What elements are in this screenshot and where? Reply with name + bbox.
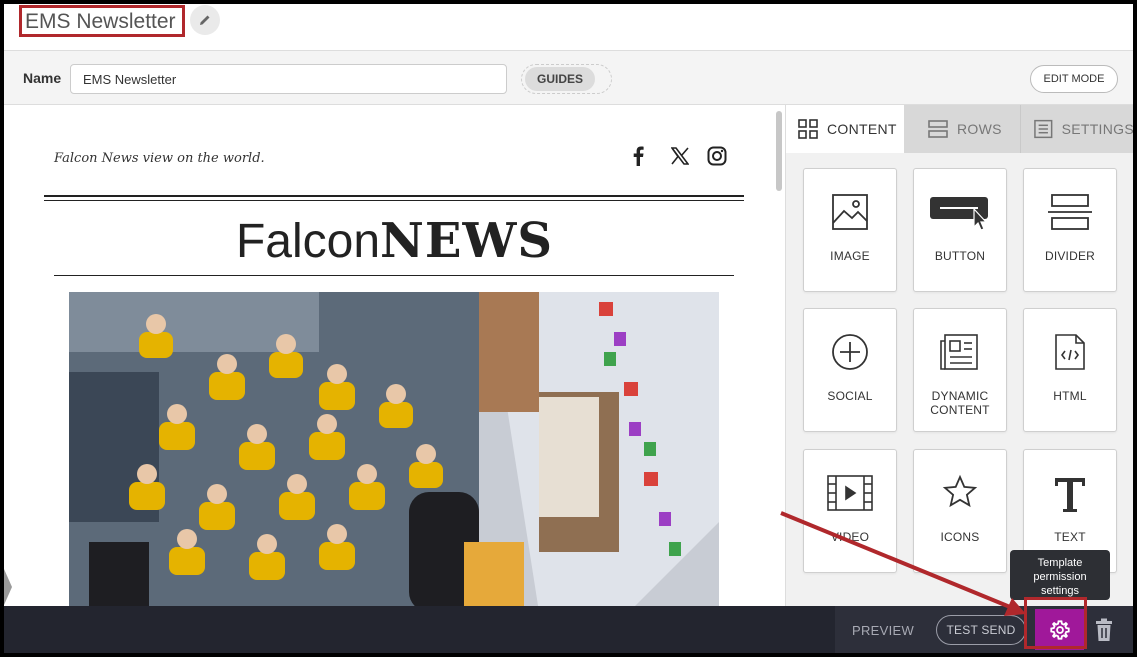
bottom-toolbar: PREVIEW TEST SEND [4, 606, 1133, 653]
edit-mode-button[interactable]: EDIT MODE [1030, 65, 1118, 93]
canvas-scrollbar[interactable] [776, 111, 782, 191]
tile-button[interactable]: BUTTON [913, 168, 1007, 292]
tile-video-label: VIDEO [830, 530, 870, 544]
button-icon [914, 193, 1006, 237]
settings-highlight-box [1024, 597, 1087, 649]
newsletter-tagline[interactable]: Falcon News view on the world. [54, 151, 265, 166]
x-icon[interactable] [669, 145, 691, 167]
text-icon [1024, 474, 1116, 518]
hero-image[interactable] [69, 292, 719, 606]
name-input[interactable] [70, 64, 507, 94]
content-panel: CONTENT ROWS SETTINGS IMAGE BUTTON DIVID… [785, 105, 1133, 606]
name-label: Name [23, 70, 62, 86]
tooltip-line-1: Template [1037, 557, 1083, 569]
tab-settings[interactable]: SETTINGS [1020, 105, 1133, 153]
html-file-icon [1024, 333, 1116, 377]
tile-social[interactable]: SOCIAL [803, 308, 897, 432]
list-icon [1034, 119, 1053, 139]
facebook-icon[interactable] [627, 145, 649, 167]
collapse-handle-icon[interactable] [4, 569, 12, 605]
guides-toggle-wrapper: GUIDES [521, 64, 612, 94]
document-title[interactable]: EMS Newsletter [19, 5, 185, 37]
title-bar: EMS Newsletter [4, 4, 1133, 50]
video-icon [804, 474, 896, 518]
tooltip-line-2: permission [1033, 571, 1087, 583]
email-canvas[interactable]: Falcon News view on the world. FalconNEW… [4, 105, 785, 606]
tile-divider[interactable]: DIVIDER [1023, 168, 1117, 292]
masthead-logo[interactable]: FalconNEWS [4, 211, 785, 272]
plus-circle-icon [804, 333, 896, 377]
divider-icon [1024, 193, 1116, 237]
tile-dynamic-content-label: DYNAMIC CONTENT [930, 389, 990, 417]
grid-icon [798, 119, 818, 139]
name-bar: Name GUIDES EDIT MODE [4, 50, 1133, 105]
tab-content-label: CONTENT [827, 121, 897, 137]
tooltip-line-3: settings [1041, 585, 1079, 597]
tile-image[interactable]: IMAGE [803, 168, 897, 292]
tab-rows-label: ROWS [957, 121, 1002, 137]
tile-html[interactable]: HTML [1023, 308, 1117, 432]
tile-social-label: SOCIAL [827, 389, 873, 403]
tile-icons-label: ICONS [940, 530, 980, 544]
masthead-light-text: Falcon [235, 215, 381, 268]
masthead-bold-text: NEWS [380, 213, 554, 269]
tab-content[interactable]: CONTENT [786, 105, 904, 153]
trash-icon[interactable] [1093, 618, 1115, 642]
dynamic-content-icon [914, 333, 1006, 377]
single-divider [54, 275, 734, 276]
tab-rows[interactable]: ROWS [904, 105, 1020, 153]
preview-button[interactable]: PREVIEW [852, 623, 914, 638]
tile-html-label: HTML [1053, 389, 1087, 403]
tile-divider-label: DIVIDER [1044, 249, 1096, 263]
tile-image-label: IMAGE [830, 249, 870, 263]
tab-settings-label: SETTINGS [1061, 121, 1133, 137]
instagram-icon[interactable] [706, 145, 728, 167]
tile-text-label: TEXT [1054, 530, 1086, 544]
editor-window: EMS Newsletter Name GUIDES EDIT MODE Fal… [4, 4, 1133, 653]
double-divider [44, 195, 744, 201]
edit-title-button[interactable] [190, 5, 220, 35]
tile-icons[interactable]: ICONS [913, 449, 1007, 573]
test-send-button[interactable]: TEST SEND [936, 615, 1026, 645]
tile-dynamic-content[interactable]: DYNAMIC CONTENT [913, 308, 1007, 432]
guides-button[interactable]: GUIDES [525, 67, 595, 91]
tile-video[interactable]: VIDEO [803, 449, 897, 573]
image-icon [804, 193, 896, 237]
star-icon [914, 474, 1006, 518]
pencil-icon [200, 15, 210, 25]
rows-icon [928, 120, 948, 138]
settings-tooltip: Template permission settings [1010, 550, 1110, 600]
tile-button-label: BUTTON [934, 249, 986, 263]
